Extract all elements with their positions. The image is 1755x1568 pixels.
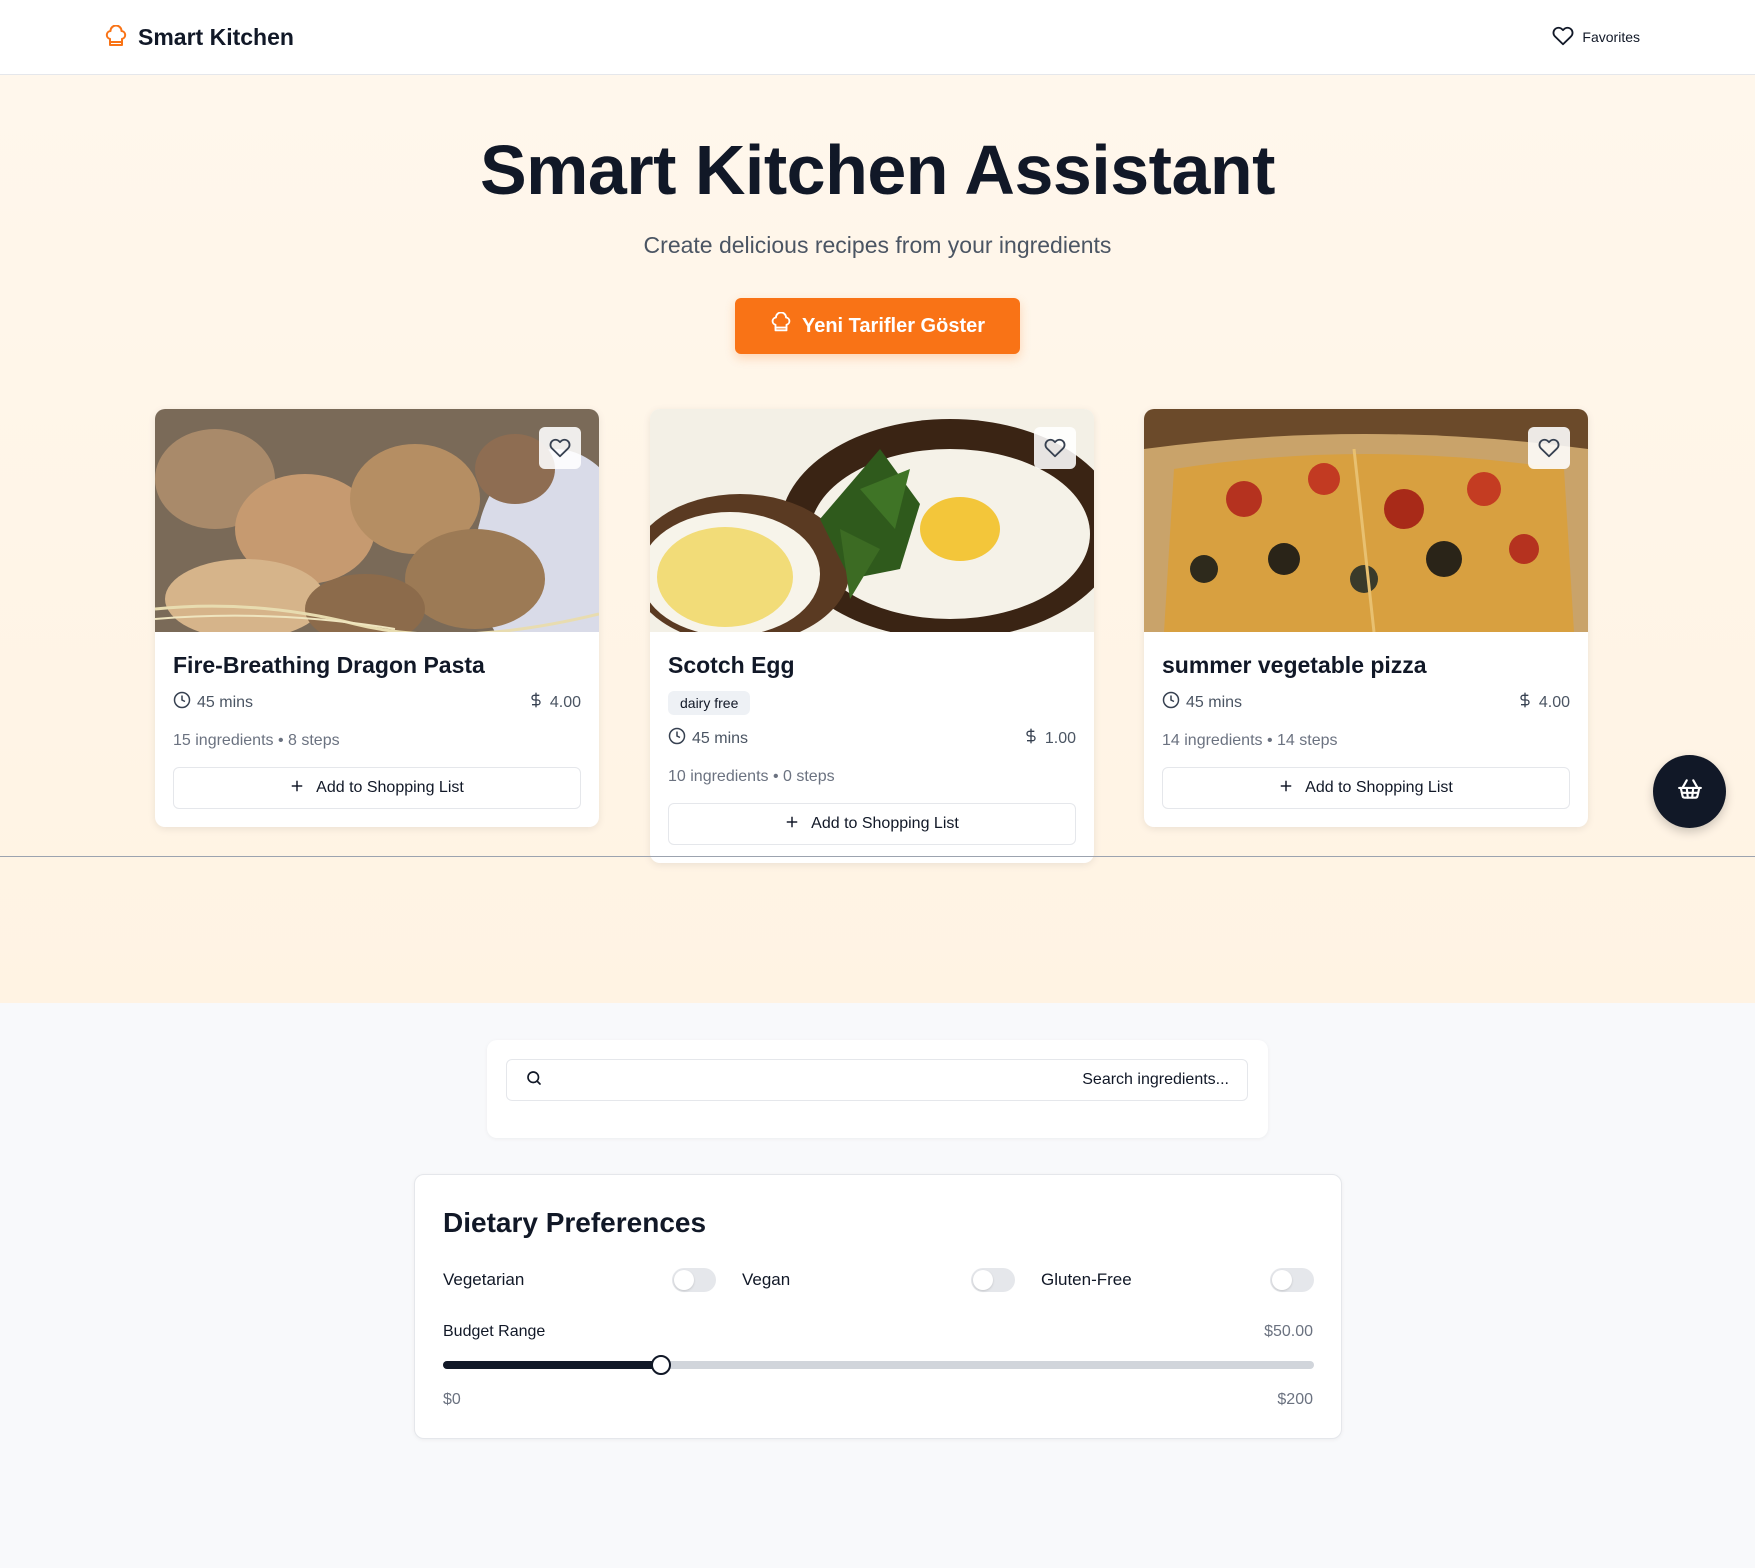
heart-icon	[549, 437, 571, 459]
clock-icon	[173, 691, 191, 714]
recipe-title: Scotch Egg	[668, 652, 795, 678]
brand[interactable]: Smart Kitchen	[104, 24, 294, 51]
recipe-counts: 15 ingredients • 8 steps	[173, 732, 340, 749]
diet-tag: dairy free	[668, 691, 751, 715]
budget-value: $50.00	[1264, 1323, 1313, 1340]
favorites-label: Favorites	[1582, 29, 1640, 45]
chef-hat-icon	[770, 311, 792, 340]
recipe-title: Fire-Breathing Dragon Pasta	[173, 652, 485, 678]
favorite-button[interactable]	[539, 427, 581, 469]
recipe-card[interactable]: Fire-Breathing Dragon Pasta 45 mins 4.00…	[155, 409, 599, 827]
vegetarian-toggle[interactable]	[672, 1268, 716, 1292]
dietary-preferences-panel: Dietary Preferences Vegetarian Vegan Glu…	[414, 1174, 1342, 1439]
dollar-icon	[1517, 691, 1533, 714]
shopping-basket-button[interactable]	[1653, 755, 1726, 828]
recipe-title: summer vegetable pizza	[1162, 652, 1427, 678]
dietary-preferences-title: Dietary Preferences	[443, 1207, 707, 1238]
vegan-toggle[interactable]	[971, 1268, 1015, 1292]
hero-subtitle: Create delicious recipes from your ingre…	[643, 232, 1112, 258]
favorites-link[interactable]: Favorites	[1552, 25, 1640, 50]
recipe-image	[650, 409, 1094, 632]
budget-min: $0	[443, 1391, 461, 1408]
recipe-time: 45 mins	[197, 693, 254, 711]
recipe-time: 45 mins	[1186, 693, 1243, 711]
search-panel	[487, 1040, 1268, 1138]
plus-icon	[785, 815, 799, 834]
gluten-free-toggle[interactable]	[1270, 1268, 1314, 1292]
recipe-price: 4.00	[1538, 693, 1570, 711]
search-icon	[525, 1069, 543, 1092]
budget-range-label: Budget Range	[443, 1323, 546, 1340]
recipe-counts: 14 ingredients • 14 steps	[1162, 732, 1338, 749]
favorite-button[interactable]	[1034, 427, 1076, 469]
vegan-label: Vegan	[742, 1270, 791, 1289]
budget-slider-fill	[443, 1361, 661, 1369]
show-new-recipes-label: Yeni Tarifler Göster	[801, 314, 986, 337]
plus-icon	[290, 779, 304, 798]
add-to-shopping-list-label: Add to Shopping List	[811, 815, 959, 832]
clock-icon	[1162, 691, 1180, 714]
recipe-time: 45 mins	[692, 729, 749, 747]
gluten-free-label: Gluten-Free	[1041, 1270, 1132, 1289]
search-input[interactable]	[543, 1071, 1229, 1089]
divider-line	[0, 856, 1755, 857]
add-to-shopping-list-label: Add to Shopping List	[1305, 779, 1453, 796]
basket-icon	[1677, 776, 1703, 807]
heart-icon	[1552, 25, 1574, 50]
recipe-image	[155, 409, 599, 632]
search-box[interactable]	[506, 1059, 1248, 1101]
add-to-shopping-list-button[interactable]: Add to Shopping List	[173, 767, 581, 809]
budget-max: $200	[1277, 1391, 1313, 1408]
recipe-counts: 10 ingredients • 0 steps	[668, 768, 835, 785]
recipe-price: 1.00	[1044, 729, 1076, 747]
brand-name: Smart Kitchen	[138, 23, 294, 50]
add-to-shopping-list-label: Add to Shopping List	[316, 779, 464, 796]
show-new-recipes-button[interactable]: Yeni Tarifler Göster	[735, 298, 1020, 354]
add-to-shopping-list-button[interactable]: Add to Shopping List	[1162, 767, 1570, 809]
heart-icon	[1538, 437, 1560, 459]
recipe-price: 4.00	[549, 693, 581, 711]
add-to-shopping-list-button[interactable]: Add to Shopping List	[668, 803, 1076, 845]
recipe-card[interactable]: summer vegetable pizza 45 mins 4.00 14 i…	[1144, 409, 1588, 827]
clock-icon	[668, 727, 686, 750]
chef-hat-icon	[104, 25, 128, 49]
dollar-icon	[528, 691, 544, 714]
recipe-image	[1144, 409, 1588, 632]
dollar-icon	[1023, 727, 1039, 750]
plus-icon	[1279, 779, 1293, 798]
recipe-card[interactable]: Scotch Egg dairy free 45 mins 1.00 10 in…	[650, 409, 1094, 863]
vegetarian-label: Vegetarian	[443, 1270, 525, 1289]
budget-slider[interactable]	[443, 1355, 1314, 1375]
hero-title: Smart Kitchen Assistant	[479, 131, 1276, 209]
favorite-button[interactable]	[1528, 427, 1570, 469]
heart-icon	[1044, 437, 1066, 459]
top-navbar: Smart Kitchen Favorites	[0, 0, 1755, 75]
budget-slider-thumb[interactable]	[650, 1355, 671, 1375]
